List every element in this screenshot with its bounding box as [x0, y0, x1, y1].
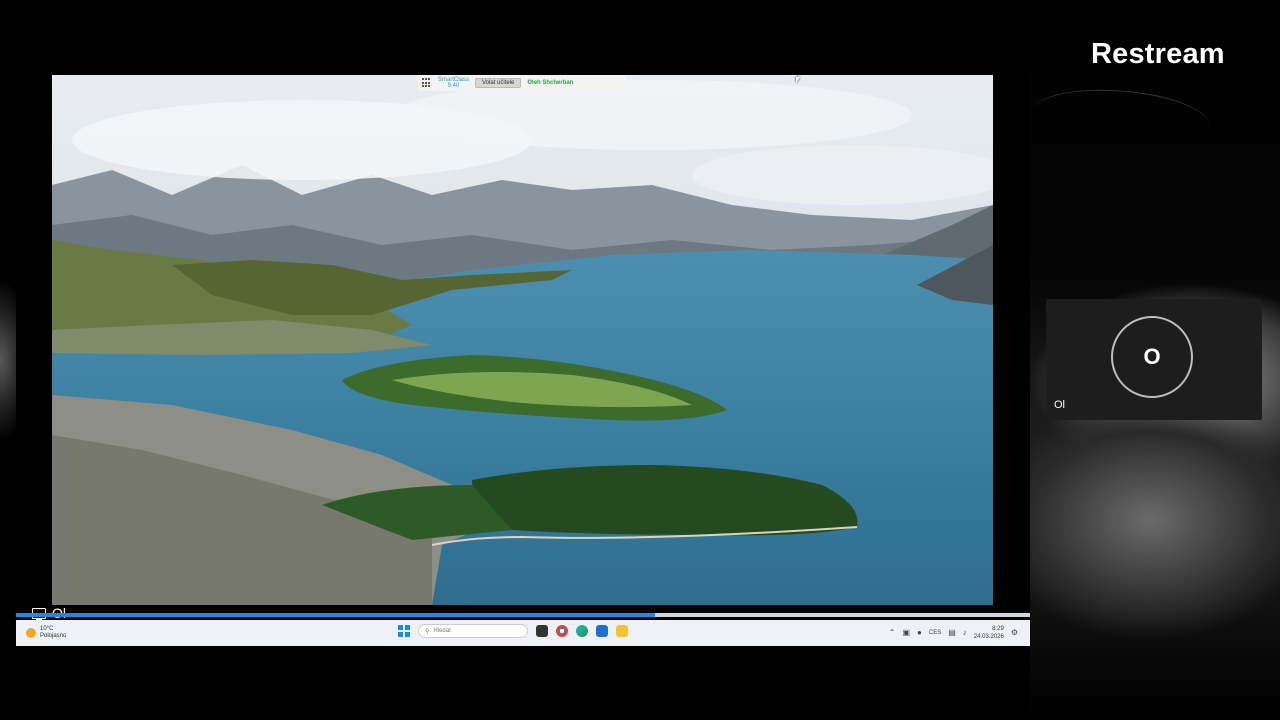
camera-off-icon[interactable]: ▣	[902, 629, 910, 637]
search-icon: ⚲	[425, 628, 430, 635]
weather-description: Polojasno	[40, 633, 67, 639]
participant-tile[interactable]: O Ol	[1046, 299, 1262, 420]
stream-progress-bar	[16, 613, 1030, 617]
shared-screen: SmartClass 9.40 Volat učitele Oleh Shche…	[16, 75, 1030, 646]
volume-icon[interactable]: ♪	[963, 629, 967, 637]
call-teacher-button[interactable]: Volat učitele	[475, 78, 522, 88]
mouse-cursor-icon	[796, 77, 800, 83]
restream-logo: Restream	[1091, 38, 1225, 70]
stream-progress-fill	[16, 613, 655, 617]
taskbar-clock[interactable]: 8:29 24.03.2026	[974, 625, 1004, 641]
clock-date: 24.03.2026	[973, 634, 1004, 640]
chrome-icon[interactable]	[556, 625, 568, 637]
smartclass-logo: SmartClass 9.40	[438, 77, 469, 89]
shared-landscape-photo	[52, 75, 993, 605]
search-placeholder: Hledat	[433, 628, 451, 634]
participant-avatar: O	[1111, 316, 1193, 398]
weather-temperature: 10°C	[40, 626, 54, 632]
system-tray: ⌃ ▣ ● CES ▤ ♪ 8:29 24.03.2026 ⚙	[889, 625, 1018, 641]
apps-grid-icon[interactable]	[422, 78, 432, 88]
microphone-icon[interactable]: ●	[917, 629, 922, 637]
taskbar-search[interactable]: ⚲ Hledat	[418, 624, 528, 638]
weather-widget[interactable]: 10°C Polojasno	[26, 626, 66, 640]
input-language[interactable]: CES	[929, 630, 941, 636]
clock-time: 8:29	[992, 626, 1004, 632]
smartclass-user-name: Oleh Shcherban	[527, 80, 574, 86]
taskbar-apps: ⚲ Hledat	[398, 624, 628, 638]
windows-taskbar: 10°C Polojasno ⚲ Hledat ⌃ ▣ ● CES ▤ ♪ 8:	[16, 620, 1030, 646]
participant-name: Ol	[1054, 399, 1065, 411]
task-view-icon[interactable]	[536, 625, 548, 637]
network-icon[interactable]: ▤	[948, 629, 956, 637]
chevron-up-icon[interactable]: ⌃	[889, 629, 896, 637]
smartclass-version: 9.40	[447, 83, 460, 89]
edge-icon[interactable]	[576, 625, 588, 637]
sun-cloud-icon	[26, 628, 36, 638]
notifications-icon[interactable]: ⚙	[1011, 629, 1018, 637]
smartclass-toolbar: SmartClass 9.40 Volat učitele Oleh Shche…	[418, 75, 626, 91]
file-explorer-icon[interactable]	[616, 625, 628, 637]
start-icon[interactable]	[398, 625, 410, 637]
store-icon[interactable]	[596, 625, 608, 637]
